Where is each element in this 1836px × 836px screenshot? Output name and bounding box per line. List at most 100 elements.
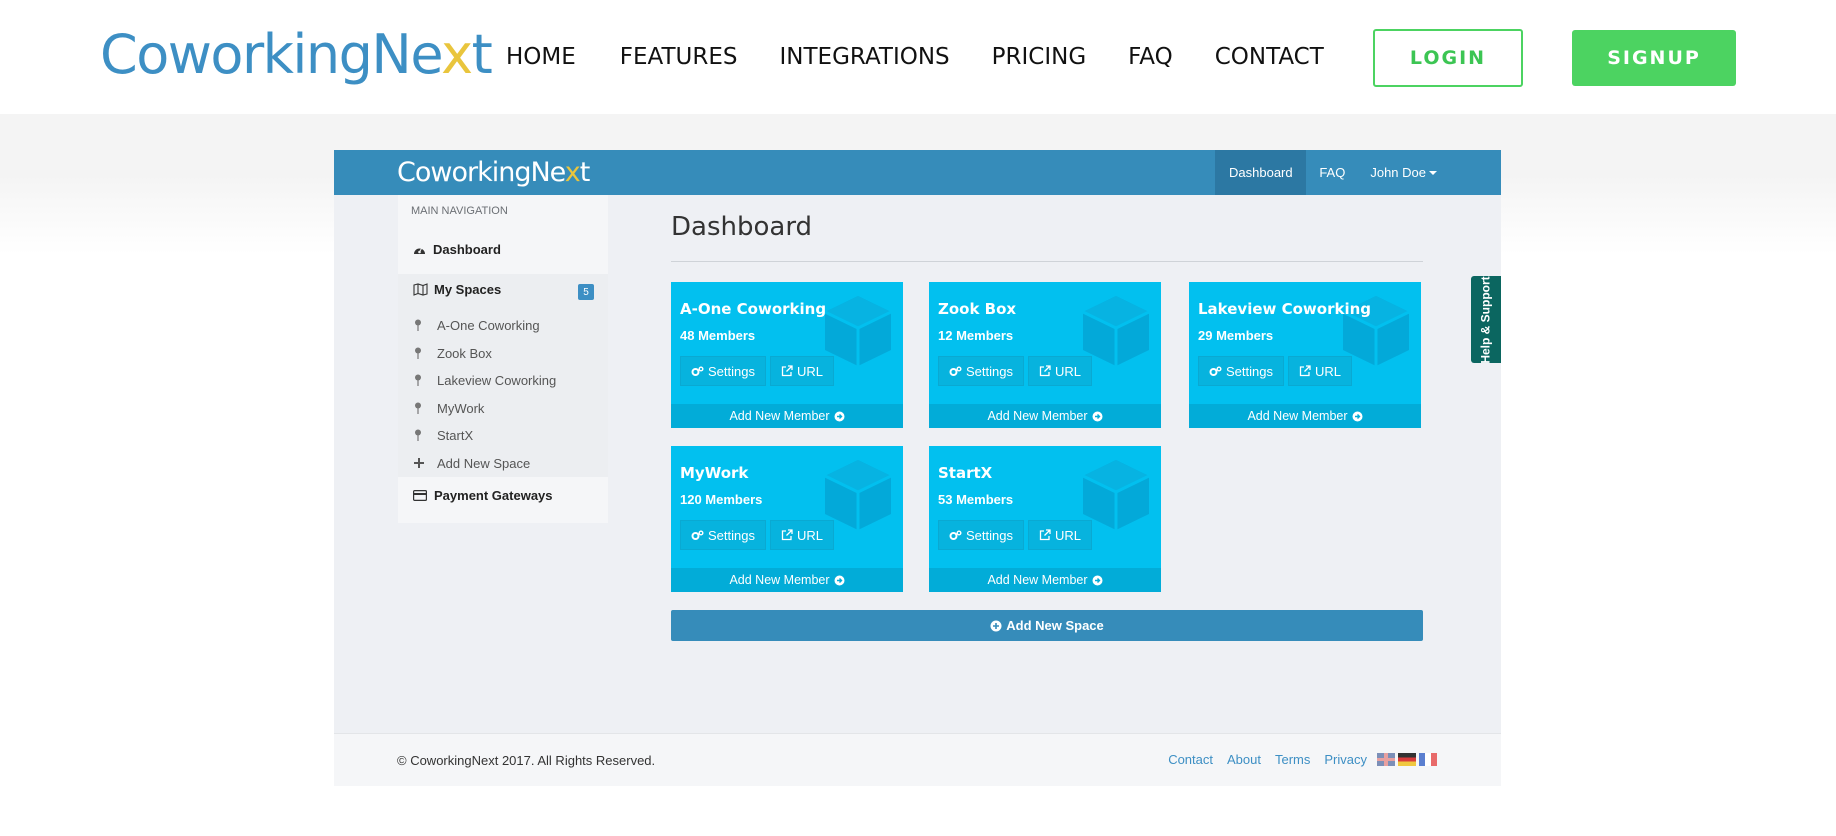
card-actions: Settings URL (680, 520, 834, 550)
settings-button[interactable]: Settings (680, 520, 766, 550)
caret-down-icon (1429, 170, 1437, 175)
settings-label: Settings (966, 527, 1013, 543)
nav-integrations[interactable]: INTEGRATIONS (780, 40, 950, 74)
copyright-text: © CoworkingNext 2017. All Rights Reserve… (397, 753, 656, 768)
space-name: MyWork (680, 464, 749, 482)
site-logo[interactable]: CoworkingNext (100, 22, 493, 88)
sidebar: MAIN NAVIGATION Dashboard My Spaces 5 A-… (398, 195, 608, 523)
sidebar-item-add-space[interactable]: Add New Space (414, 450, 556, 478)
footer-link-contact[interactable]: Contact (1168, 752, 1213, 767)
url-button[interactable]: URL (1287, 356, 1352, 386)
footer-link-terms[interactable]: Terms (1275, 752, 1310, 767)
settings-label: Settings (708, 363, 755, 379)
site-logo-x: x (441, 23, 473, 86)
nav-faq[interactable]: FAQ (1128, 40, 1173, 74)
plus-circle-icon (990, 620, 1002, 632)
add-new-member-button[interactable]: Add New Member (1189, 404, 1421, 428)
site-nav: HOME FEATURES INTEGRATIONS PRICING FAQ C… (506, 40, 1324, 74)
sidebar-item-space[interactable]: Lakeview Coworking (414, 367, 556, 395)
site-header: CoworkingNext HOME FEATURES INTEGRATIONS… (0, 0, 1836, 114)
url-label: URL (1054, 363, 1081, 379)
app-nav-faq[interactable]: FAQ (1306, 150, 1358, 195)
settings-label: Settings (966, 363, 1013, 379)
pin-icon (414, 429, 437, 442)
space-name: Lakeview Coworking (1198, 300, 1372, 318)
sidebar-space-label: Lakeview Coworking (437, 373, 557, 389)
nav-home[interactable]: HOME (506, 40, 576, 74)
sidebar-label-my-spaces: My Spaces (434, 282, 502, 297)
sidebar-section-my-spaces: My Spaces 5 A-One Coworking Zook Box Lak… (398, 274, 608, 477)
space-members: 53 Members (938, 492, 1014, 507)
title-divider (671, 261, 1423, 262)
cogs-icon (949, 530, 962, 541)
url-button[interactable]: URL (769, 356, 834, 386)
add-new-member-button[interactable]: Add New Member (671, 568, 903, 592)
pin-icon (414, 319, 437, 332)
app-logo[interactable]: CoworkingNext (397, 156, 590, 190)
sidebar-item-payment-gateways[interactable]: Payment Gateways (398, 480, 608, 510)
map-icon (413, 283, 428, 296)
url-button[interactable]: URL (1027, 520, 1092, 550)
login-button[interactable]: LOGIN (1373, 29, 1523, 87)
app-nav-dashboard[interactable]: Dashboard (1215, 150, 1307, 195)
space-card: Zook Box 12 Members Settings URL Add New… (929, 282, 1161, 428)
add-member-label: Add New Member (987, 573, 1088, 587)
cogs-icon (1209, 366, 1222, 377)
nav-contact[interactable]: CONTACT (1215, 40, 1324, 74)
uk-flag-icon[interactable] (1377, 753, 1395, 766)
help-support-label: Help & Support (1479, 275, 1494, 364)
nav-features[interactable]: FEATURES (620, 40, 738, 74)
space-members: 48 Members (680, 328, 756, 343)
card-actions: Settings URL (1198, 356, 1352, 386)
add-member-label: Add New Member (987, 409, 1088, 423)
nav-pricing[interactable]: PRICING (992, 40, 1087, 74)
sidebar-space-label: StartX (437, 428, 474, 444)
sidebar-item-my-spaces[interactable]: My Spaces (413, 282, 501, 297)
external-link-icon (781, 529, 793, 541)
footer-link-about[interactable]: About (1227, 752, 1261, 767)
pin-icon (414, 347, 437, 360)
france-flag-icon[interactable] (1419, 753, 1437, 766)
app-preview: CoworkingNext Dashboard FAQ John Doe MAI… (334, 150, 1501, 786)
app-navbar: CoworkingNext Dashboard FAQ John Doe (334, 150, 1501, 195)
germany-flag-icon[interactable] (1398, 753, 1416, 766)
pin-icon (414, 374, 437, 387)
user-menu[interactable]: John Doe (1358, 150, 1501, 195)
url-label: URL (1054, 527, 1081, 543)
settings-button[interactable]: Settings (1198, 356, 1284, 386)
add-new-space-label: Add New Space (1006, 618, 1104, 633)
settings-button[interactable]: Settings (938, 356, 1024, 386)
url-label: URL (1314, 363, 1341, 379)
url-button[interactable]: URL (1027, 356, 1092, 386)
settings-button[interactable]: Settings (680, 356, 766, 386)
sidebar-space-label: MyWork (437, 400, 485, 416)
sidebar-label-payment-gateways: Payment Gateways (434, 487, 553, 503)
add-new-member-button[interactable]: Add New Member (671, 404, 903, 428)
sidebar-item-space[interactable]: A-One Coworking (414, 312, 556, 340)
space-members: 120 Members (680, 492, 763, 507)
signup-button[interactable]: SIGNUP (1572, 30, 1736, 86)
sidebar-item-dashboard[interactable]: Dashboard (398, 234, 608, 264)
sidebar-item-space[interactable]: Zook Box (414, 340, 556, 368)
url-button[interactable]: URL (769, 520, 834, 550)
spaces-list: A-One Coworking Zook Box Lakeview Cowork… (414, 312, 556, 477)
add-new-space-button[interactable]: Add New Space (671, 610, 1423, 641)
external-link-icon (1299, 365, 1311, 377)
help-support-tab[interactable]: Help & Support (1471, 276, 1501, 363)
external-link-icon (781, 365, 793, 377)
card-actions: Settings URL (680, 356, 834, 386)
url-label: URL (796, 527, 823, 543)
footer-link-privacy[interactable]: Privacy (1324, 752, 1367, 767)
sidebar-item-space[interactable]: StartX (414, 422, 556, 450)
settings-button[interactable]: Settings (938, 520, 1024, 550)
arrow-circle-right-icon (834, 411, 845, 422)
card-actions: Settings URL (938, 356, 1092, 386)
pin-icon (414, 402, 437, 415)
card-actions: Settings URL (938, 520, 1092, 550)
sidebar-item-space[interactable]: MyWork (414, 395, 556, 423)
space-card: MyWork 120 Members Settings URL Add New … (671, 446, 903, 592)
app-logo-x: x (564, 157, 581, 188)
cogs-icon (691, 366, 704, 377)
add-new-member-button[interactable]: Add New Member (929, 404, 1161, 428)
add-new-member-button[interactable]: Add New Member (929, 568, 1161, 592)
